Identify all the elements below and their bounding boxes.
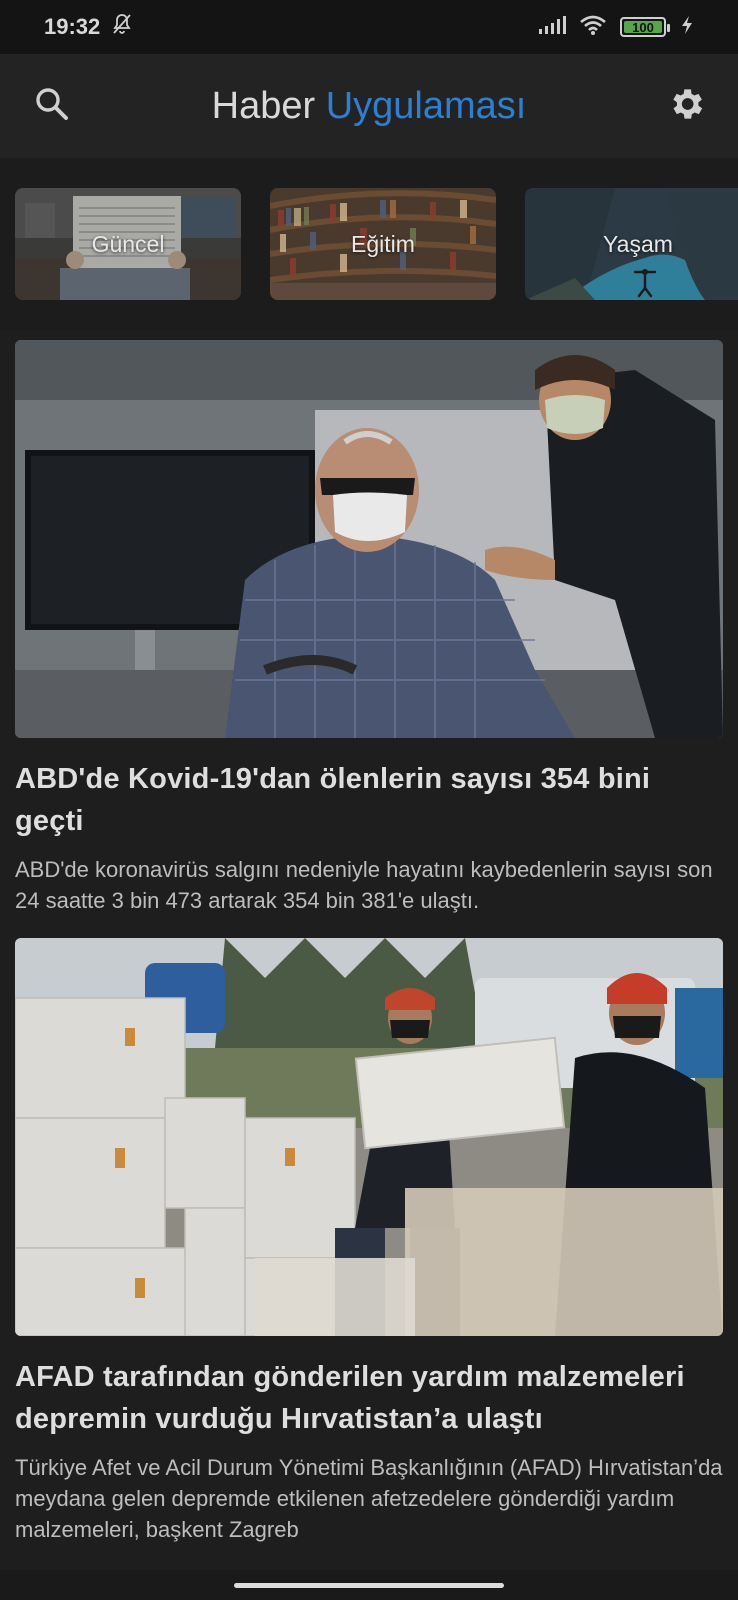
battery-level: 100: [632, 19, 654, 35]
category-egitim-label: Eğitim: [351, 230, 415, 257]
category-carousel[interactable]: Güncel Eğitim Yaşam: [0, 158, 738, 330]
news-card[interactable]: AFAD tarafından gönderilen yardım malzem…: [15, 938, 723, 1545]
category-guncel-label: Güncel: [91, 230, 165, 257]
settings-gear-icon: [666, 84, 706, 129]
news-title[interactable]: AFAD tarafından gönderilen yardım malzem…: [15, 1356, 723, 1440]
status-time: 19:32: [44, 14, 101, 39]
status-bar: 19:32 100: [0, 0, 738, 54]
news-card[interactable]: ABD'de Kovid-19'dan ölenlerin sayısı 354…: [15, 340, 723, 916]
search-button[interactable]: [30, 84, 74, 128]
app-title: Haber Uygulaması: [212, 85, 527, 128]
vaccination-photo: [15, 340, 723, 738]
status-left: 19:32: [44, 12, 134, 42]
app-title-part1: Haber: [211, 84, 316, 127]
category-yasam-label: Yaşam: [603, 230, 673, 257]
category-yasam[interactable]: Yaşam: [525, 188, 738, 300]
signal-icon: [538, 15, 566, 40]
news-image[interactable]: [15, 340, 723, 738]
battery-icon: 100: [620, 17, 670, 37]
category-guncel[interactable]: Güncel: [15, 188, 241, 300]
search-icon: [34, 86, 70, 127]
news-title[interactable]: ABD'de Kovid-19'dan ölenlerin sayısı 354…: [15, 758, 723, 842]
notifications-off-icon: [110, 12, 134, 42]
wifi-icon: [580, 15, 606, 40]
aid-supplies-photo: [15, 938, 723, 1336]
settings-button[interactable]: [664, 84, 708, 128]
app-bar: Haber Uygulaması: [0, 54, 738, 158]
category-egitim[interactable]: Eğitim: [270, 188, 496, 300]
charging-icon: [680, 15, 694, 40]
home-indicator[interactable]: [234, 1583, 504, 1588]
status-right: 100: [538, 15, 694, 40]
news-image[interactable]: [15, 938, 723, 1336]
news-summary: Türkiye Afet ve Acil Durum Yönetimi Başk…: [15, 1455, 723, 1542]
news-summary: ABD'de koronavirüs salgını nedeniyle hay…: [15, 857, 713, 913]
app-title-part2: Uygulaması: [325, 84, 527, 127]
